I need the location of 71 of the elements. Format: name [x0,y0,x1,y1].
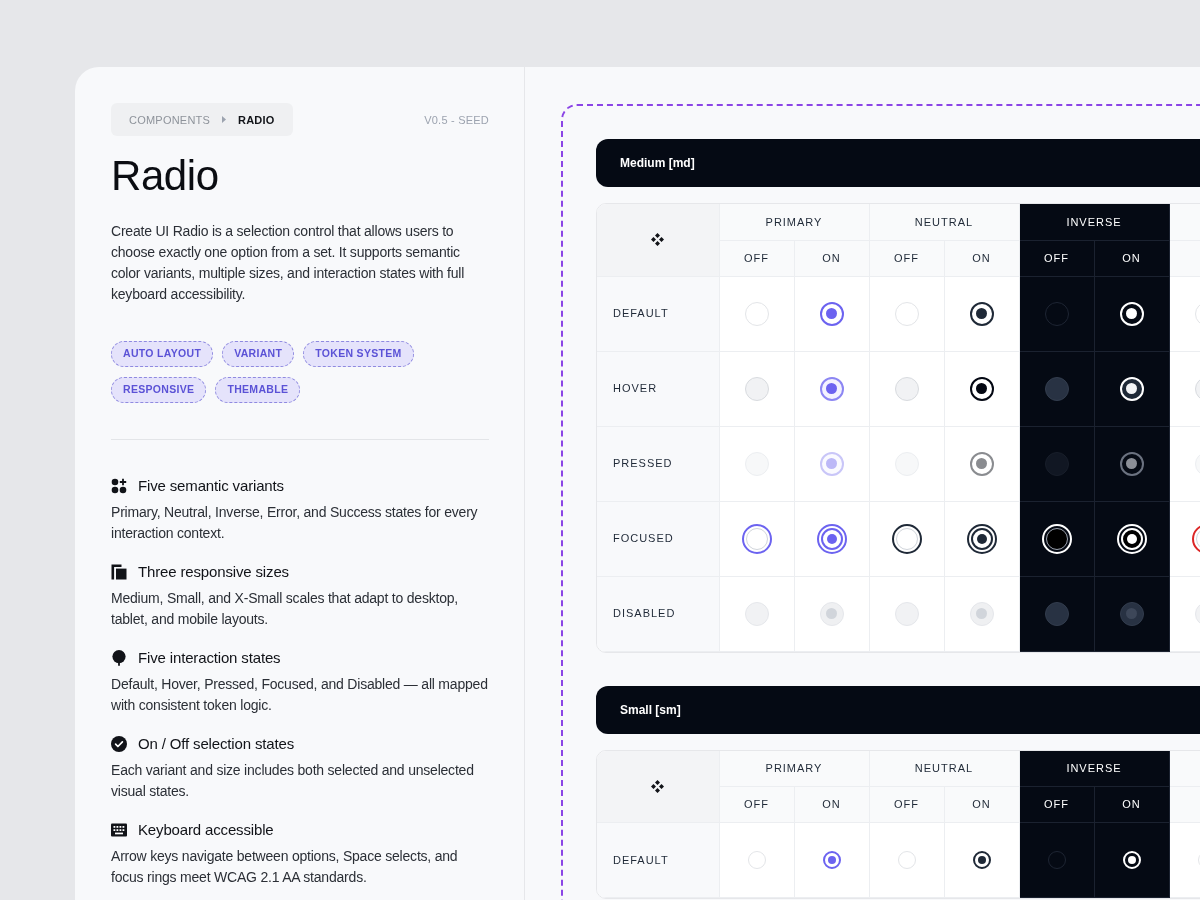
column-header: ON [1094,240,1169,276]
tag: VARIANT [222,341,295,367]
column-header: ON [794,240,869,276]
radio-button[interactable] [891,523,922,554]
row-header: DISABLED [597,576,719,651]
column-header: PRIMARY [719,750,869,787]
breadcrumb-current: RADIO [238,112,275,127]
radio-button[interactable] [1119,601,1144,626]
radio-button[interactable] [972,851,991,869]
radio-button[interactable] [816,523,847,554]
column-header: ON [944,240,1019,276]
radio-button[interactable] [741,523,772,554]
radio-button[interactable] [969,301,994,326]
feature-title: Five semantic variants [138,476,284,496]
section-title: Medium [md] [620,155,695,172]
feature-description: Default, Hover, Pressed, Focused, and Disabled — all mapped with consistent token logic. [111,675,489,715]
page-title: Radio [111,151,220,201]
feature-title: On / Off selection states [138,734,295,754]
radio-button[interactable] [1047,851,1066,869]
description-text: Create UI Radio is a selection control that allows users to choose exactly one option from a set. It supports semantic color variants, multiple sizes, and interaction states with full keyboard accessibility. [111,222,466,304]
version-label: V0.5 - SEED [424,112,489,127]
feature-title: Three responsive sizes [138,562,289,582]
column-header: OFF [869,786,944,823]
radio-button[interactable] [1044,301,1069,326]
tag: THEMABLE [215,377,301,403]
column-header: INVERSE [1019,204,1169,240]
radio-button[interactable] [1119,451,1144,476]
row-header: PRESSED [597,426,719,501]
radio-button[interactable] [819,376,844,401]
row-header: HOVER [597,351,719,426]
check-circle-icon [111,736,127,752]
tag: AUTO LAYOUT [111,341,214,367]
radio-button[interactable] [819,301,844,326]
row-header: DEFAULT [597,276,719,351]
row-header: DEFAULT [597,822,719,898]
radio-button[interactable] [1044,601,1069,626]
row-header: FOCUSED [597,501,719,576]
pin-icon [111,650,127,666]
column-header: ON [1094,786,1169,823]
feature-description: Primary, Neutral, Inverse, Error, and Success states for every interaction context. [111,503,479,543]
shapes-icon [111,478,127,494]
keyboard-icon [111,822,127,838]
caret-right-icon [222,116,227,123]
radio-button[interactable] [1044,376,1069,401]
column-header: INVERSE [1019,750,1169,787]
feature-description: Medium, Small, and X-Small scales that adapt to desktop, tablet, and mobile layouts. [111,589,459,629]
column-header: OFF [1019,786,1094,823]
breadcrumb-link[interactable]: COMPONENTS [129,112,211,127]
column-header: NEUTRAL [869,204,1019,240]
feature-description: Each variant and size includes both selected and unselected visual states. [111,761,475,801]
radio-button[interactable] [969,451,994,476]
four-diamonds-icon [651,233,665,247]
column-header: PRIMARY [719,204,869,240]
column-header: OFF [719,240,794,276]
column-header: NEUTRAL [869,750,1019,787]
section-title: Small [sm] [620,701,681,719]
tag: RESPONSIVE [111,377,207,403]
feature-title: Five interaction states [138,648,281,668]
column-header: OFF [1019,240,1094,276]
feature-description: Arrow keys navigate between options, Space selects, and focus rings meet WCAG 2.1 AA standards. [111,847,459,887]
column-header: ON [794,786,869,823]
radio-button[interactable] [966,523,997,554]
stacked-rectangles-icon [111,564,127,580]
four-diamonds-icon [651,779,665,793]
column-header: ON [944,786,1019,823]
column-header: OFF [869,240,944,276]
tag: TOKEN SYSTEM [303,341,414,367]
column-header: OFF [719,786,794,823]
radio-button[interactable] [822,851,841,869]
radio-button[interactable] [969,376,994,401]
feature-title: Keyboard accessible [138,820,274,840]
